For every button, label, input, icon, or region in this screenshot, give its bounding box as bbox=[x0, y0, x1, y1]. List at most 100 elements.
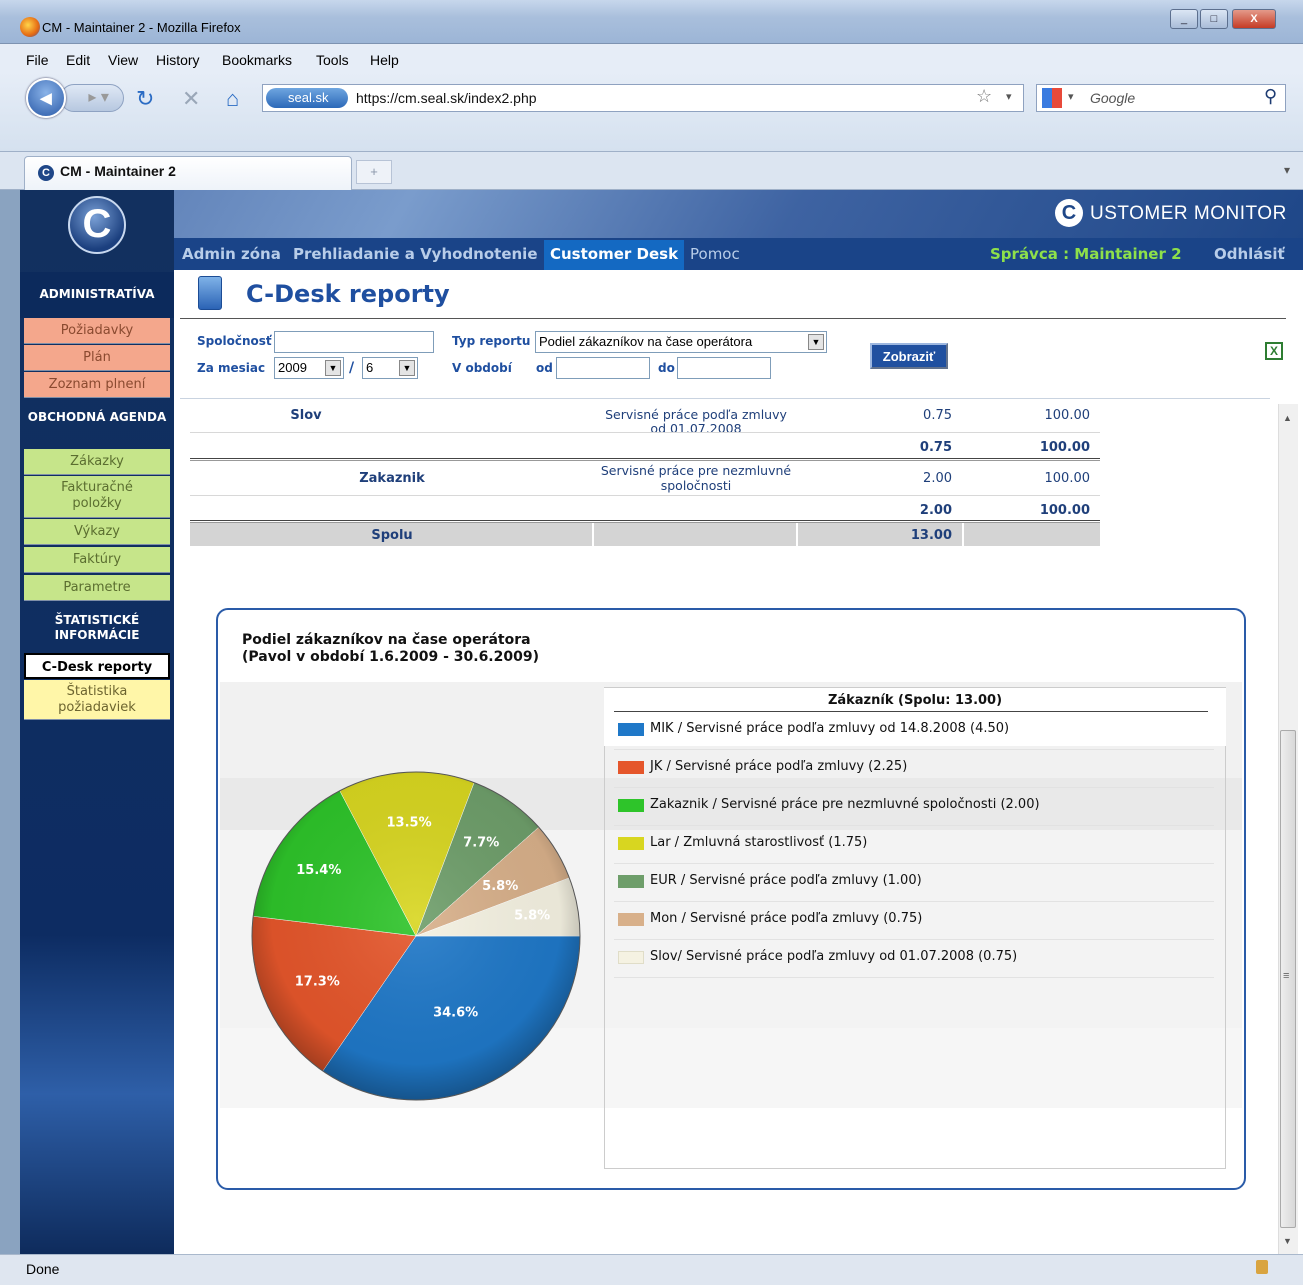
table-subtotal-percent: 100.00 bbox=[1039, 503, 1090, 518]
nav-customer-desk[interactable]: Customer Desk bbox=[550, 245, 678, 263]
report-type-select[interactable]: Podiel zákazníkov na čase operátora ▼ bbox=[535, 331, 827, 353]
firefox-logo-icon bbox=[20, 17, 40, 37]
sidebar-item-parameters[interactable]: Parametre bbox=[24, 575, 170, 601]
search-placeholder[interactable]: Google bbox=[1090, 90, 1135, 106]
url-dropdown-icon[interactable]: ▾ bbox=[1006, 90, 1012, 103]
year-select[interactable]: 2009 ▼ bbox=[274, 357, 344, 379]
company-label: Spoločnosť bbox=[197, 334, 272, 348]
legend-label: Lar / Zmluvná starostlivosť (1.75) bbox=[650, 835, 868, 850]
table-row-divider bbox=[190, 495, 1100, 496]
legend-item: Lar / Zmluvná starostlivosť (1.75) bbox=[614, 826, 1214, 864]
current-user: Správca : Maintainer 2 bbox=[990, 245, 1182, 263]
form-divider bbox=[180, 398, 1270, 399]
nav-help[interactable]: Pomoc bbox=[690, 245, 740, 263]
nav-browse-evaluate[interactable]: Prehliadanie a Vyhodnotenie bbox=[293, 245, 538, 263]
chart-title-main: Podiel zákazníkov na čase operátora bbox=[242, 632, 531, 648]
pie-percent-label: 34.6% bbox=[433, 1006, 478, 1021]
table-cell-hours: 0.75 bbox=[923, 408, 952, 423]
company-input[interactable] bbox=[274, 331, 434, 353]
nav-admin-zone[interactable]: Admin zóna bbox=[182, 245, 281, 263]
page-title: C-Desk reporty bbox=[246, 280, 450, 308]
google-icon[interactable] bbox=[1042, 88, 1062, 108]
scroll-up-icon[interactable]: ▲ bbox=[1283, 413, 1292, 423]
table-cell-percent: 100.00 bbox=[1044, 471, 1091, 486]
show-button[interactable]: Zobraziť bbox=[870, 343, 948, 369]
legend-label: Zakaznik / Servisné práce pre nezmluvné … bbox=[650, 797, 1040, 812]
menu-history[interactable]: History bbox=[156, 52, 200, 68]
reload-icon[interactable]: ↻ bbox=[136, 86, 154, 112]
sidebar-item-cdesk-reports[interactable]: C-Desk reporty bbox=[24, 653, 170, 679]
sidebar-item-invoices[interactable]: Faktúry bbox=[24, 547, 170, 573]
legend-swatch bbox=[618, 875, 644, 888]
sidebar-item-orders[interactable]: Zákazky bbox=[24, 449, 170, 475]
forward-button[interactable]: ▸ ▾ bbox=[60, 84, 124, 112]
menu-view[interactable]: View bbox=[108, 52, 138, 68]
tab-list-icon[interactable]: ▾ bbox=[1284, 163, 1290, 177]
close-button[interactable]: X bbox=[1232, 9, 1276, 29]
pie-percent-label: 13.5% bbox=[387, 815, 432, 830]
legend-item: Mon / Servisné práce podľa zmluvy (0.75) bbox=[614, 902, 1214, 940]
sidebar-item-request-statistics[interactable]: Štatistika požiadaviek bbox=[24, 680, 170, 720]
menu-edit[interactable]: Edit bbox=[66, 52, 90, 68]
site-identity-badge[interactable]: seal.sk bbox=[266, 88, 348, 108]
legend-swatch bbox=[618, 913, 644, 926]
menu-file[interactable]: File bbox=[26, 52, 49, 68]
maximize-button[interactable]: □ bbox=[1200, 9, 1228, 29]
excel-export-icon[interactable]: X bbox=[1265, 342, 1283, 360]
tab-label[interactable]: CM - Maintainer 2 bbox=[60, 163, 176, 179]
table-total-row-divider bbox=[962, 523, 964, 546]
minimize-button[interactable]: _ bbox=[1170, 9, 1198, 29]
legend-item: Slov/ Servisné práce podľa zmluvy od 01.… bbox=[614, 940, 1214, 978]
to-date-input[interactable] bbox=[677, 357, 771, 379]
url-text[interactable]: https://cm.seal.sk/index2.php bbox=[356, 90, 537, 106]
brand-name: USTOMER MONITOR bbox=[1090, 203, 1287, 224]
legend-swatch bbox=[618, 723, 644, 736]
scroll-down-icon[interactable]: ▼ bbox=[1283, 1236, 1292, 1246]
sidebar-item-invoice-items[interactable]: Fakturačné položky bbox=[24, 476, 170, 518]
month-select[interactable]: 6 ▼ bbox=[362, 357, 418, 379]
search-engine-dropdown-icon[interactable]: ▾ bbox=[1068, 90, 1074, 103]
chevron-down-icon[interactable]: ▼ bbox=[325, 360, 341, 376]
bookmark-star-icon[interactable]: ☆ bbox=[976, 86, 992, 107]
table-cell-percent: 100.00 bbox=[1044, 408, 1091, 423]
lock-icon[interactable] bbox=[1256, 1260, 1268, 1274]
month-value: 6 bbox=[366, 360, 374, 375]
search-icon[interactable]: ⚲ bbox=[1264, 86, 1277, 107]
back-button[interactable]: ◂ bbox=[26, 78, 66, 118]
legend-item: Zakaznik / Servisné práce pre nezmluvné … bbox=[614, 788, 1214, 826]
date-separator: / bbox=[349, 360, 355, 376]
title-divider bbox=[180, 318, 1286, 319]
legend-swatch bbox=[618, 799, 644, 812]
table-group-divider bbox=[190, 458, 1100, 461]
menu-bookmarks[interactable]: Bookmarks bbox=[222, 52, 292, 68]
logout-link[interactable]: Odhlásiť bbox=[1214, 245, 1285, 263]
legend-swatch bbox=[618, 837, 644, 850]
stop-icon[interactable]: ✕ bbox=[182, 86, 200, 112]
table-cell-hours: 2.00 bbox=[923, 471, 952, 486]
table-total-row-divider bbox=[592, 523, 798, 546]
pie-percent-label: 15.4% bbox=[296, 863, 341, 878]
sidebar-section-admin: ADMINISTRATÍVA bbox=[39, 287, 155, 301]
tab-favicon-icon: C bbox=[38, 165, 54, 181]
chevron-down-icon[interactable]: ▼ bbox=[808, 334, 824, 350]
sidebar-item-fulfillments[interactable]: Zoznam plnení bbox=[24, 372, 170, 398]
legend-item: EUR / Servisné práce podľa zmluvy (1.00) bbox=[614, 864, 1214, 902]
from-date-input[interactable] bbox=[556, 357, 650, 379]
sidebar-section-statistics: ŠTATISTICKÉ INFORMÁCIE bbox=[54, 613, 140, 642]
pie-percent-label: 7.7% bbox=[463, 836, 499, 851]
new-tab-button[interactable]: + bbox=[356, 160, 392, 184]
menu-help[interactable]: Help bbox=[370, 52, 399, 68]
app-logo: C bbox=[68, 196, 126, 254]
table-cell-customer: Slov bbox=[290, 408, 322, 423]
legend-title: Zákazník (Spolu: 13.00) bbox=[827, 693, 1003, 708]
legend-swatch bbox=[618, 761, 644, 774]
sidebar-item-plan[interactable]: Plán bbox=[24, 345, 170, 371]
home-icon[interactable]: ⌂ bbox=[226, 86, 239, 112]
chart-title: Podiel zákazníkov na čase operátora (Pav… bbox=[242, 632, 539, 666]
status-text: Done bbox=[26, 1261, 60, 1277]
sidebar-item-reports[interactable]: Výkazy bbox=[24, 519, 170, 545]
menu-tools[interactable]: Tools bbox=[316, 52, 349, 68]
brand-logo-icon: C bbox=[1055, 199, 1083, 227]
chevron-down-icon[interactable]: ▼ bbox=[399, 360, 415, 376]
sidebar-item-requests[interactable]: Požiadavky bbox=[24, 318, 170, 344]
